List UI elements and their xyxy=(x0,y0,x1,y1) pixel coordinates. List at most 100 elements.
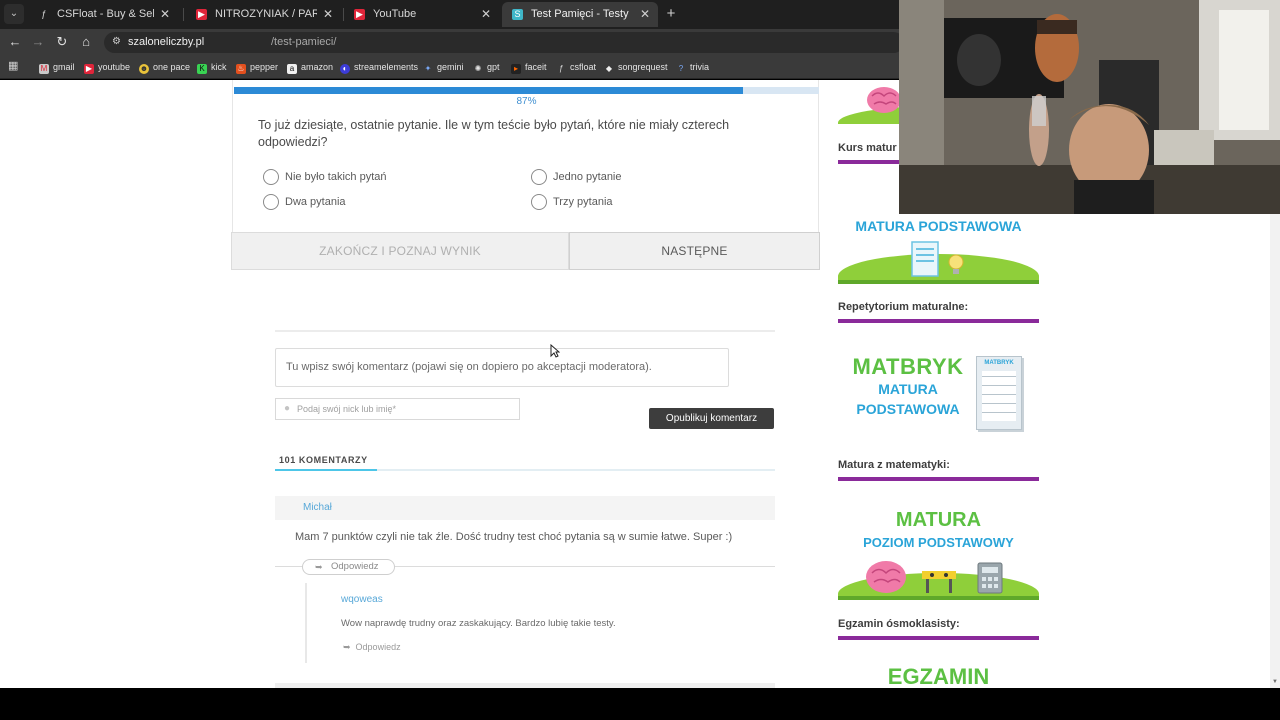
tab-label: Test Pamięci - Testy xyxy=(531,8,629,20)
bookmark-kick[interactable]: Kkick xyxy=(197,55,227,79)
faceit-icon: ▸ xyxy=(511,64,521,74)
tab-label: YouTube xyxy=(373,8,417,20)
banner-hill-shadow xyxy=(838,280,1039,284)
answer-option[interactable]: Dwa pytania xyxy=(263,193,463,211)
answer-label: Dwa pytania xyxy=(285,196,346,208)
comment-author[interactable]: wqoweas xyxy=(341,594,383,605)
banner-matura-poziom-podstawowy[interactable]: MATURA POZIOM PODSTAWOWY xyxy=(838,505,1039,600)
songrequest-icon: ◆ xyxy=(605,64,613,73)
banner-egzamin[interactable]: EGZAMIN xyxy=(838,664,1039,688)
bookmark-trivia[interactable]: ? trivia xyxy=(676,55,709,79)
answer-label: Trzy pytania xyxy=(553,196,613,208)
gpt-icon: ✺ xyxy=(474,64,482,73)
close-icon[interactable]: ✕ xyxy=(640,2,650,27)
close-icon[interactable]: ✕ xyxy=(160,2,170,27)
progress-fill xyxy=(234,87,743,94)
sidebar-heading: Kurs matur xyxy=(838,142,897,154)
tab-nitrozyniak[interactable]: ▶ NITROZYNIAK / PARAMAXIL - P ✕ xyxy=(186,2,341,27)
bookmark-one-pace[interactable]: ☻ one pace xyxy=(139,55,190,79)
back-icon[interactable]: ← xyxy=(6,33,24,51)
reply-button[interactable]: ➥ Odpowiedz xyxy=(343,642,401,653)
bookmark-gpt[interactable]: ✺ gpt xyxy=(473,55,500,79)
tab-separator xyxy=(183,8,184,21)
banner-title: MATURA PODSTAWOWA xyxy=(855,218,1022,234)
youtube-icon: ▶ xyxy=(354,9,365,20)
bookmark-gmail[interactable]: Mgmail xyxy=(39,55,75,79)
bookmark-songrequest[interactable]: ◆ songrequest xyxy=(604,55,668,79)
address-bar[interactable]: ⚙ szaloneliczby.pl /test-pamieci/ xyxy=(104,32,904,53)
close-icon[interactable]: ✕ xyxy=(481,2,491,27)
comment-reply-item: wqoweas Wow naprawdę trudny oraz zaskaku… xyxy=(305,583,775,663)
tab-label: NITROZYNIAK / PARAMAXIL - P xyxy=(215,8,317,20)
banner-matura-podstawowa[interactable]: MATURA PODSTAWOWA xyxy=(838,210,1039,284)
comment-textarea[interactable]: Tu wpisz swój komentarz (pojawi się on d… xyxy=(275,348,729,387)
pepper-icon: ♨ xyxy=(236,64,246,74)
reply-button[interactable]: ➥ Odpowiedz xyxy=(302,559,395,575)
bookmark-youtube[interactable]: ▶ youtube xyxy=(84,55,130,79)
reply-label: Odpowiedz xyxy=(331,561,379,572)
tab-label: CSFloat - Buy & Sell CS2 Skins xyxy=(57,8,154,20)
comment-header: Michał xyxy=(275,496,775,520)
bookmark-faceit[interactable]: ▸ faceit xyxy=(511,55,547,79)
bookmark-pepper[interactable]: ♨ pepper xyxy=(236,55,278,79)
comment-text: Wow naprawdę trudny oraz zaskakujący. Ba… xyxy=(341,618,616,629)
radio-button[interactable] xyxy=(531,194,547,210)
tab-search-button[interactable]: ⌄ xyxy=(4,4,24,24)
reload-icon[interactable]: ↻ xyxy=(53,33,71,51)
book-pattern xyxy=(982,371,1016,421)
home-icon[interactable]: ⌂ xyxy=(77,33,95,51)
progress-percent: 87% xyxy=(516,96,537,107)
document-bulb-icon xyxy=(911,241,964,277)
one-pace-icon: ☻ xyxy=(139,64,149,74)
tab-test-pamieci[interactable]: S Test Pamięci - Testy ✕ xyxy=(502,2,658,27)
banner-subtitle: PODSTAWOWA xyxy=(856,401,960,417)
csfloat-icon: ƒ xyxy=(558,64,564,73)
sidebar-rule xyxy=(838,636,1039,640)
comment-item: Michał Mam 7 punktów czyli nie tak źle. … xyxy=(275,496,775,575)
url-path: /test-pamieci/ xyxy=(271,36,337,48)
banner-title: EGZAMIN xyxy=(887,664,990,688)
nick-input[interactable]: ● Podaj swój nick lub imię* xyxy=(275,398,520,420)
bookmark-amazon[interactable]: a amazon xyxy=(287,55,333,79)
nick-placeholder: Podaj swój nick lub imię* xyxy=(297,404,397,414)
answer-option[interactable]: Jedno pytanie xyxy=(531,168,731,186)
bookmark-gemini[interactable]: ✦ gemini xyxy=(423,55,464,79)
bookmark-streamelements[interactable]: ◐ streamelements xyxy=(340,55,418,79)
gemini-icon: ✦ xyxy=(424,64,432,73)
banner-title: MATBRYK xyxy=(852,354,964,379)
sidebar-heading: Matura z matematyki: xyxy=(838,459,950,471)
answer-option[interactable]: Nie było takich pytań xyxy=(263,168,463,186)
radio-button[interactable] xyxy=(531,169,547,185)
progress-bar xyxy=(234,87,819,94)
csfloat-icon: ƒ xyxy=(40,9,46,19)
new-tab-button[interactable]: + xyxy=(664,4,678,24)
finish-quiz-button[interactable]: ZAKOŃCZ I POZNAJ WYNIK xyxy=(231,232,569,270)
answer-option[interactable]: Trzy pytania xyxy=(531,193,731,211)
sidebar-heading: Repetytorium maturalne: xyxy=(838,301,969,313)
reply-arrow-icon: ➥ xyxy=(343,642,351,652)
reply-arrow-icon: ➥ xyxy=(315,562,323,572)
bookmark-csfloat[interactable]: ƒ csfloat xyxy=(556,55,596,79)
close-icon[interactable]: ✕ xyxy=(323,2,333,27)
apps-grid-icon[interactable]: ▦ xyxy=(8,60,20,72)
book-cover-icon: MATBRYK xyxy=(976,356,1022,430)
question-text: To już dziesiąte, ostatnie pytanie. Ile … xyxy=(258,118,730,149)
webcam-overlay xyxy=(899,0,1280,214)
next-question-button[interactable]: NASTĘPNE xyxy=(569,232,820,270)
streamelements-icon: ◐ xyxy=(340,64,350,74)
kick-icon: K xyxy=(197,64,207,74)
comment-author[interactable]: Michał xyxy=(303,496,332,520)
scroll-down-icon[interactable]: ▼ xyxy=(1272,679,1278,685)
radio-button[interactable] xyxy=(263,169,279,185)
radio-button[interactable] xyxy=(263,194,279,210)
site-info-icon[interactable]: ⚙ xyxy=(112,36,124,48)
tab-csfloat[interactable]: ƒ CSFloat - Buy & Sell CS2 Skins ✕ xyxy=(28,2,178,27)
mascots-icon xyxy=(866,561,1003,594)
youtube-icon: ▶ xyxy=(196,9,207,20)
sidebar-rule xyxy=(838,477,1039,481)
publish-comment-button[interactable]: Opublikuj komentarz xyxy=(649,408,774,429)
banner-title: MATURA xyxy=(895,509,982,531)
forward-icon[interactable]: → xyxy=(29,33,47,51)
tab-youtube[interactable]: ▶ YouTube ✕ xyxy=(344,2,499,27)
banner-matbryk[interactable]: MATBRYK MATURA PODSTAWOWA MATBRYK xyxy=(838,348,1039,436)
